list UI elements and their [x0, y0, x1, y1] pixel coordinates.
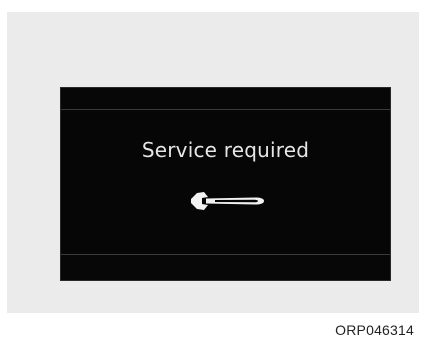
figure-frame: Service required	[7, 12, 419, 313]
cluster-display: Service required	[60, 87, 391, 281]
wrench-icon	[191, 192, 264, 210]
figure-code: ORP046314	[335, 322, 414, 338]
service-required-message: Service required	[141, 138, 310, 162]
display-top-band	[61, 88, 390, 110]
display-bottom-band	[61, 254, 390, 280]
